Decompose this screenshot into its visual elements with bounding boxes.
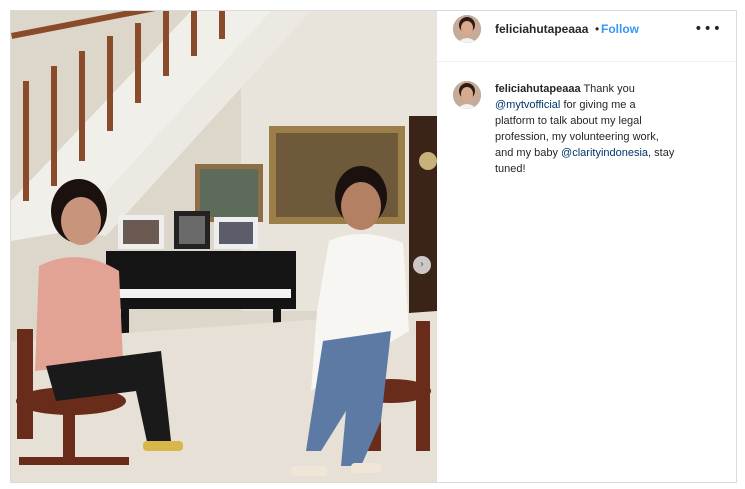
post-photo[interactable]: ›	[11, 11, 437, 482]
follow-button[interactable]: Follow	[601, 22, 639, 36]
caption-avatar[interactable]	[453, 81, 481, 109]
photo-illustration	[11, 11, 437, 482]
avatar-image	[453, 81, 481, 109]
separator-dot: •	[595, 22, 600, 36]
avatar[interactable]	[453, 15, 481, 43]
instagram-post: › feliciahutapeaaa • Follow ••• feliciah…	[10, 10, 737, 483]
username-link[interactable]: feliciahutapeaaa	[495, 22, 588, 36]
more-options-icon[interactable]: •••	[694, 21, 722, 37]
mention-link-mytvofficial[interactable]: @mytvofficial	[495, 99, 560, 111]
caption-text-1: Thank you	[583, 83, 635, 95]
avatar-image	[453, 15, 481, 43]
post-header: feliciahutapeaaa • Follow •••	[437, 11, 736, 62]
caption-text: feliciahutapeaaa Thank you @mytvofficial…	[495, 81, 675, 177]
post-sidebar: feliciahutapeaaa • Follow ••• feliciahut…	[437, 11, 736, 482]
mention-link-clarityindonesia[interactable]: @clarityindonesia	[561, 147, 648, 159]
carousel-next-icon[interactable]: ›	[413, 256, 431, 274]
caption-username-link[interactable]: feliciahutapeaaa	[495, 83, 581, 95]
